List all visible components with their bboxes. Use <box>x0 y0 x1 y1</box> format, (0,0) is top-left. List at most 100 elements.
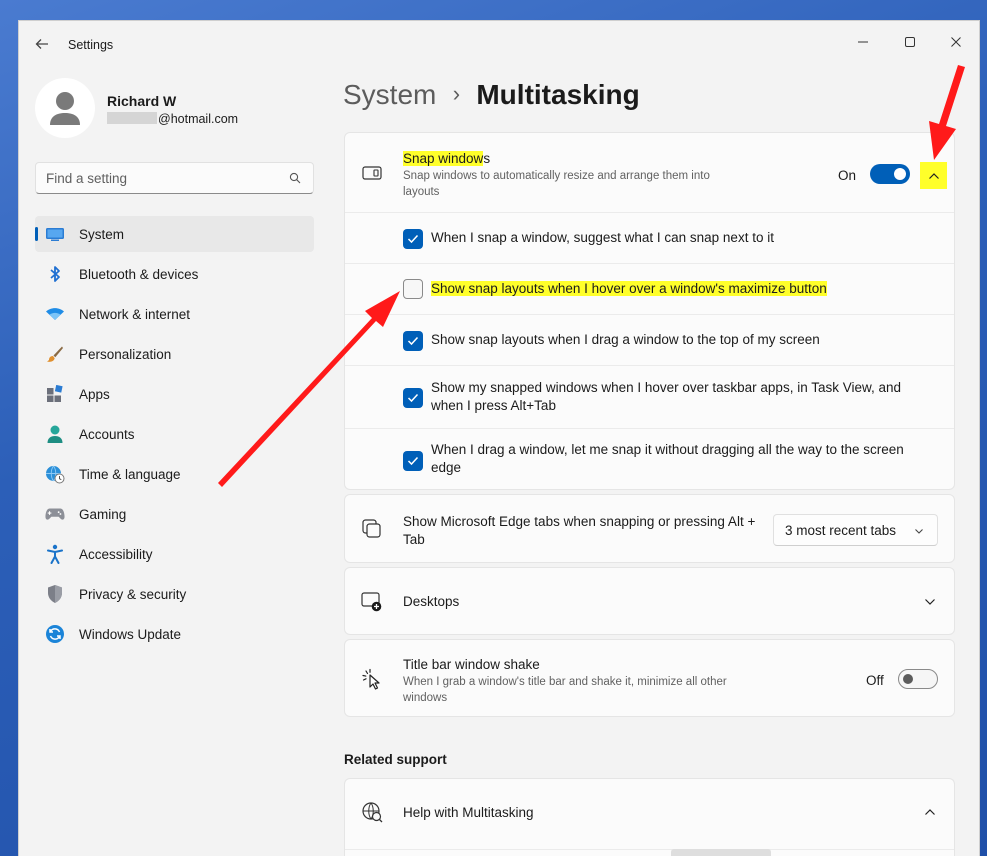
wifi-icon <box>45 304 65 324</box>
title-bar-shake-title: Title bar window shake <box>403 657 540 672</box>
app-title: Settings <box>68 38 114 52</box>
sidebar-item-label: Accounts <box>79 427 135 442</box>
help-globe-icon <box>361 801 383 823</box>
settings-window: Settings Richard W @hotmail.com System <box>18 20 980 856</box>
sidebar-item-label: System <box>79 227 125 242</box>
bluetooth-icon <box>45 264 65 284</box>
chevron-up-icon <box>925 809 935 815</box>
sidebar-item-apps[interactable]: Apps <box>35 376 314 412</box>
breadcrumb-separator: › <box>452 81 461 106</box>
title-bar-shake-toggle[interactable] <box>898 669 938 689</box>
sidebar-item-network[interactable]: Network & internet <box>35 296 314 332</box>
sidebar-item-label: Network & internet <box>79 307 191 322</box>
sidebar-item-accessibility[interactable]: Accessibility <box>35 536 314 572</box>
maximize-button[interactable] <box>887 27 933 57</box>
snap-option-checkbox[interactable] <box>403 279 423 299</box>
snap-windows-toggle[interactable] <box>870 164 910 184</box>
email-redaction <box>107 112 157 124</box>
profile-email-domain: @hotmail.com <box>158 112 239 126</box>
accounts-icon <box>45 424 65 444</box>
snap-option-drag-top: Show snap layouts when I drag a window t… <box>345 314 954 365</box>
sidebar-item-label: Accessibility <box>79 547 153 562</box>
desktops-expand-button[interactable] <box>917 589 943 615</box>
profile-name: Richard W <box>107 93 177 109</box>
help-multitasking-card[interactable]: Help with Multitasking <box>344 778 955 856</box>
snap-windows-icon <box>361 162 383 184</box>
checkmark-icon <box>407 456 419 466</box>
avatar[interactable] <box>35 78 95 138</box>
sidebar-item-label: Personalization <box>79 347 172 362</box>
taskbar-preview-edge <box>671 849 771 856</box>
close-icon <box>951 37 961 47</box>
update-icon <box>45 624 65 644</box>
snap-windows-card: Snap windows Snap windows to automatical… <box>344 132 955 490</box>
sidebar-item-time-language[interactable]: Time & language <box>35 456 314 492</box>
desktops-icon <box>361 591 383 613</box>
sidebar-nav: System Bluetooth & devices Network & int… <box>35 216 314 656</box>
minimize-button[interactable] <box>840 27 886 57</box>
sidebar-item-system[interactable]: System <box>35 216 314 252</box>
snap-option-taskbar: Show my snapped windows when I hover ove… <box>345 365 954 428</box>
snap-option-edge-distance: When I drag a window, let me snap it wit… <box>345 428 954 490</box>
edge-tabs-card: Show Microsoft Edge tabs when snapping o… <box>344 494 955 563</box>
snap-option-checkbox[interactable] <box>403 451 423 471</box>
sidebar-item-label: Windows Update <box>79 627 182 642</box>
sidebar-item-windows-update[interactable]: Windows Update <box>35 616 314 652</box>
snap-state-label: On <box>838 168 857 183</box>
snap-collapse-button[interactable] <box>920 162 947 189</box>
sidebar-item-personalization[interactable]: Personalization <box>35 336 314 372</box>
search-icon <box>289 172 301 184</box>
globe-clock-icon <box>45 464 65 484</box>
desktops-card[interactable]: Desktops <box>344 567 955 635</box>
snap-option-hover-maximize: Show snap layouts when I hover over a wi… <box>345 263 954 314</box>
page-title: Multitasking <box>476 79 640 110</box>
sidebar-item-privacy-security[interactable]: Privacy & security <box>35 576 314 612</box>
snap-option-checkbox[interactable] <box>403 331 423 351</box>
edge-tabs-dropdown[interactable]: 3 most recent tabs <box>773 514 938 546</box>
snap-option-label: When I snap a window, suggest what I can… <box>431 230 774 245</box>
checkmark-icon <box>407 393 419 403</box>
edge-tabs-icon <box>361 518 383 540</box>
related-support-heading: Related support <box>344 752 447 767</box>
profile-email: @hotmail.com <box>107 112 238 126</box>
edge-tabs-dropdown-value: 3 most recent tabs <box>785 523 897 538</box>
apps-icon <box>45 384 65 404</box>
sidebar-item-label: Time & language <box>79 467 181 482</box>
snap-option-label: Show my snapped windows when I hover ove… <box>431 380 902 413</box>
snap-option-checkbox[interactable] <box>403 229 423 249</box>
snap-windows-title-rest: s <box>483 151 491 166</box>
chevron-up-icon <box>928 172 939 179</box>
snap-option-label-highlighted: Show snap layouts when I hover over a wi… <box>431 281 827 296</box>
sidebar-item-gaming[interactable]: Gaming <box>35 496 314 532</box>
chevron-down-icon <box>925 599 935 605</box>
snap-windows-description: Snap windows to automatically resize and… <box>403 170 710 198</box>
brush-icon <box>45 344 65 364</box>
breadcrumb-parent[interactable]: System <box>343 79 436 110</box>
sidebar-item-label: Apps <box>79 387 110 402</box>
back-button[interactable] <box>33 35 51 53</box>
shake-state-label: Off <box>866 673 884 688</box>
help-collapse-button[interactable] <box>917 799 943 825</box>
title-bar-shake-description: When I grab a window's title bar and sha… <box>403 676 727 704</box>
snap-option-suggest: When I snap a window, suggest what I can… <box>345 212 954 263</box>
system-icon <box>45 224 65 244</box>
sidebar-item-bluetooth[interactable]: Bluetooth & devices <box>35 256 314 292</box>
window-shake-icon <box>361 668 383 690</box>
person-icon <box>50 92 80 125</box>
sidebar-item-accounts[interactable]: Accounts <box>35 416 314 452</box>
back-arrow-icon <box>35 39 48 49</box>
search-input[interactable] <box>36 163 276 193</box>
close-button[interactable] <box>933 27 979 57</box>
help-multitasking-title: Help with Multitasking <box>403 805 534 820</box>
edge-tabs-title: Show Microsoft Edge tabs when snapping o… <box>403 514 756 547</box>
snap-option-checkbox[interactable] <box>403 388 423 408</box>
title-bar: Settings <box>19 21 979 69</box>
checkmark-icon <box>407 336 419 346</box>
snap-option-label: Show snap layouts when I drag a window t… <box>431 332 820 347</box>
checkmark-icon <box>407 234 419 244</box>
shield-icon <box>45 584 65 604</box>
breadcrumb: System › Multitasking <box>343 79 640 111</box>
snap-windows-title: Snap windows <box>403 151 490 166</box>
maximize-icon <box>905 37 915 47</box>
accessibility-icon <box>45 544 65 564</box>
